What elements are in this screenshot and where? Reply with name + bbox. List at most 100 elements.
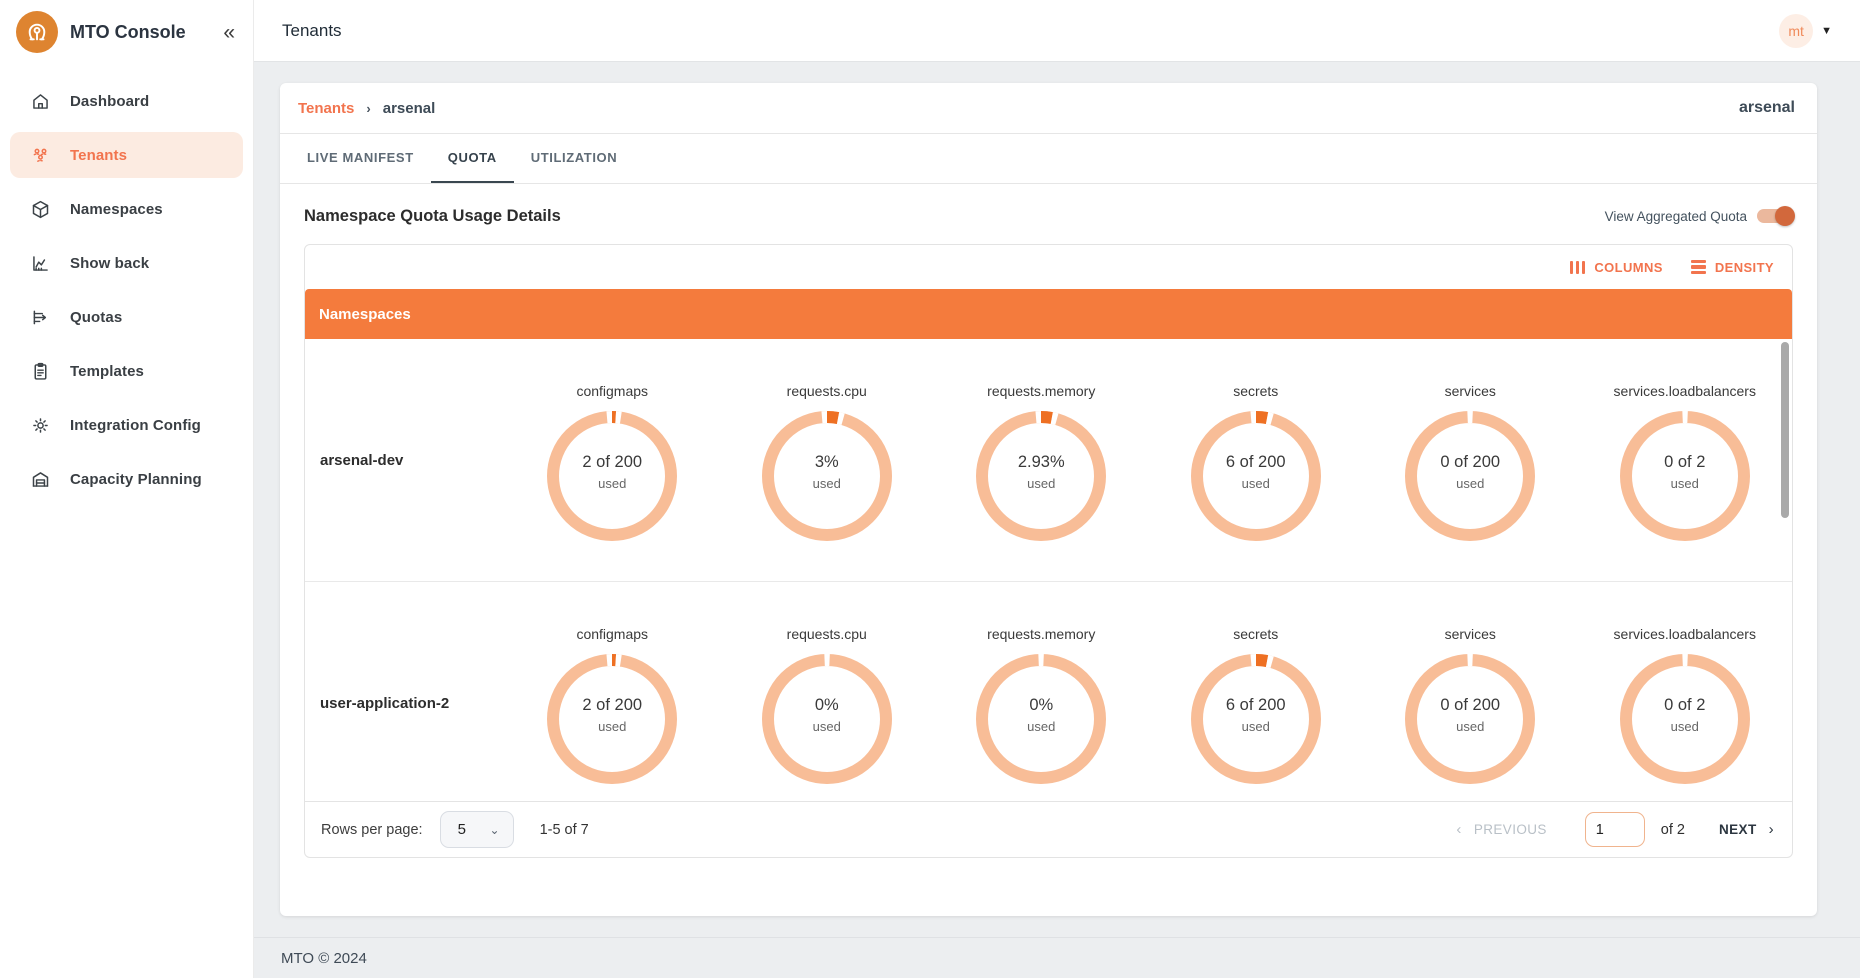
quota-used-label: used: [1242, 719, 1270, 734]
previous-page-button[interactable]: ‹ PREVIOUS: [1456, 821, 1546, 838]
footer: MTO © 2024: [254, 937, 1860, 978]
chevron-right-icon: ›: [1769, 821, 1774, 838]
sidebar-item-label: Tenants: [70, 147, 127, 164]
quota-cell-services.loadbalancers: services.loadbalancers0 of 2used: [1578, 582, 1793, 801]
quota-cell-requests.cpu: requests.cpu3%used: [720, 339, 935, 581]
sidebar-item-templates[interactable]: Templates: [10, 348, 243, 394]
quota-cell-requests.memory: requests.memory0%used: [934, 582, 1149, 801]
quota-cell-services.loadbalancers: services.loadbalancers0 of 2used: [1578, 339, 1793, 581]
quota-donut-chart: 6 of 200used: [1185, 648, 1327, 790]
tab-utilization[interactable]: UTILIZATION: [514, 134, 635, 183]
quota-cell-services: services0 of 200used: [1363, 339, 1578, 581]
sidebar-item-integration-config[interactable]: Integration Config: [10, 402, 243, 448]
tab-live-manifest[interactable]: LIVE MANIFEST: [290, 134, 431, 183]
sidebar: MTO Console « Dashboard Tenants Namespaces…: [0, 0, 254, 978]
quota-donut-chart: 2 of 200 used: [541, 648, 683, 790]
quota-used-label: used: [1671, 476, 1699, 491]
sidebar-header: MTO Console «: [0, 0, 253, 64]
next-page-button[interactable]: NEXT ›: [1719, 821, 1774, 838]
chevron-right-icon: ›: [366, 101, 370, 116]
table-row-arsenal-dev: arsenal-devconfigmaps2 of 200usedrequest…: [305, 339, 1792, 582]
table-toolbar: COLUMNS DENSITY: [305, 245, 1792, 289]
quota-value-label: 3%: [815, 453, 839, 472]
topbar: Tenants mt ▼: [254, 0, 1860, 62]
clipboard-icon: [28, 359, 52, 383]
content-card: Tenants › arsenal arsenal LIVE MANIFESTQ…: [280, 83, 1817, 916]
breadcrumb-current: arsenal: [383, 100, 436, 117]
quota-donut-chart: 2 of 200 used: [541, 405, 683, 547]
toggle-knob: [1775, 206, 1795, 226]
tenant-name-label: arsenal: [1739, 99, 1795, 117]
quota-value-label: 0 of 200: [1440, 696, 1500, 715]
quota-value-label: 2 of 200: [582, 696, 642, 715]
mto-console-app: MTO Console « Dashboard Tenants Namespaces…: [0, 0, 1860, 978]
chart-icon: [28, 251, 52, 275]
quota-donut-chart: 0 of 2 used: [1614, 648, 1756, 790]
aggregated-quota-toggle-label: View Aggregated Quota: [1605, 209, 1747, 224]
quota-cell-secrets: secrets6 of 200used: [1149, 582, 1364, 801]
quota-used-label: used: [813, 476, 841, 491]
quota-cell-configmaps: configmaps2 of 200used: [505, 339, 720, 581]
sidebar-collapse-icon[interactable]: «: [219, 22, 239, 43]
quota-value-label: 0%: [815, 696, 839, 715]
quota-used-label: used: [1027, 476, 1055, 491]
breadcrumb: Tenants › arsenal arsenal: [280, 83, 1817, 133]
quota-cell-services: services0 of 200used: [1363, 582, 1578, 801]
quota-cell-requests.cpu: requests.cpu0%used: [720, 582, 935, 801]
namespace-name-label: arsenal-dev: [305, 339, 505, 581]
columns-button[interactable]: COLUMNS: [1570, 260, 1663, 275]
quota-cell-requests.memory: requests.memory2.93%used: [934, 339, 1149, 581]
sidebar-nav: Dashboard Tenants Namespaces Show back Quota…: [0, 78, 253, 502]
tab-bar: LIVE MANIFESTQUOTAUTILIZATION: [280, 134, 1817, 183]
table-header-namespaces: Namespaces: [305, 289, 1792, 339]
sidebar-item-tenants[interactable]: Tenants: [10, 132, 243, 178]
quota-used-label: used: [813, 719, 841, 734]
table-row-user-application-2: user-application-2configmaps2 of 200used…: [305, 582, 1792, 801]
quota-value-label: 0 of 2: [1664, 453, 1705, 472]
sidebar-item-dashboard[interactable]: Dashboard: [10, 78, 243, 124]
quota-donut-chart: 0% used: [970, 648, 1112, 790]
vertical-scrollbar[interactable]: [1781, 342, 1789, 518]
tab-quota[interactable]: QUOTA: [431, 134, 514, 183]
mto-logo-icon: [16, 11, 58, 53]
quota-value-label: 0 of 2: [1664, 696, 1705, 715]
namespace-name-label: user-application-2: [305, 582, 505, 801]
avatar[interactable]: mt: [1779, 14, 1813, 48]
quota-icon: [28, 305, 52, 329]
density-button[interactable]: DENSITY: [1691, 260, 1774, 275]
columns-icon: [1570, 261, 1586, 274]
sidebar-item-quotas[interactable]: Quotas: [10, 294, 243, 340]
sidebar-item-label: Capacity Planning: [70, 471, 202, 488]
quota-value-label: 6 of 200: [1226, 453, 1286, 472]
sidebar-item-show-back[interactable]: Show back: [10, 240, 243, 286]
building-icon: [28, 467, 52, 491]
quota-used-label: used: [1027, 719, 1055, 734]
quota-used-label: used: [1456, 476, 1484, 491]
quota-value-label: 2 of 200: [582, 453, 642, 472]
quota-value-label: 2.93%: [1018, 453, 1065, 472]
quota-used-label: used: [598, 476, 626, 491]
sidebar-item-capacity-planning[interactable]: Capacity Planning: [10, 456, 243, 502]
home-icon: [28, 89, 52, 113]
breadcrumb-tenants-link[interactable]: Tenants: [298, 100, 354, 117]
quota-used-label: used: [1671, 719, 1699, 734]
density-icon: [1691, 260, 1706, 275]
footer-copyright: MTO © 2024: [281, 950, 367, 967]
chevron-left-icon: ‹: [1456, 821, 1461, 838]
quota-donut-chart: 6 of 200used: [1185, 405, 1327, 547]
app-title: MTO Console: [70, 22, 219, 43]
pagination-bar: Rows per page: 5 ⌄ 1-5 of 7 ‹ PREVIOUS o…: [305, 801, 1792, 857]
page-number-input[interactable]: [1585, 812, 1645, 847]
quota-value-label: 0 of 200: [1440, 453, 1500, 472]
chevron-down-icon[interactable]: ▼: [1821, 25, 1832, 37]
cube-icon: [28, 197, 52, 221]
namespaces-quota-table: COLUMNS DENSITY Namespaces arsenal-devco…: [304, 244, 1793, 858]
topbar-user-menu[interactable]: mt ▼: [1779, 14, 1832, 48]
rows-per-page-select[interactable]: 5 ⌄: [440, 811, 514, 848]
page-of-label: of 2: [1661, 822, 1685, 838]
chevron-down-icon: ⌄: [490, 823, 500, 837]
sidebar-item-namespaces[interactable]: Namespaces: [10, 186, 243, 232]
aggregated-quota-toggle[interactable]: [1757, 206, 1793, 226]
quota-used-label: used: [598, 719, 626, 734]
quota-value-label: 0%: [1029, 696, 1053, 715]
